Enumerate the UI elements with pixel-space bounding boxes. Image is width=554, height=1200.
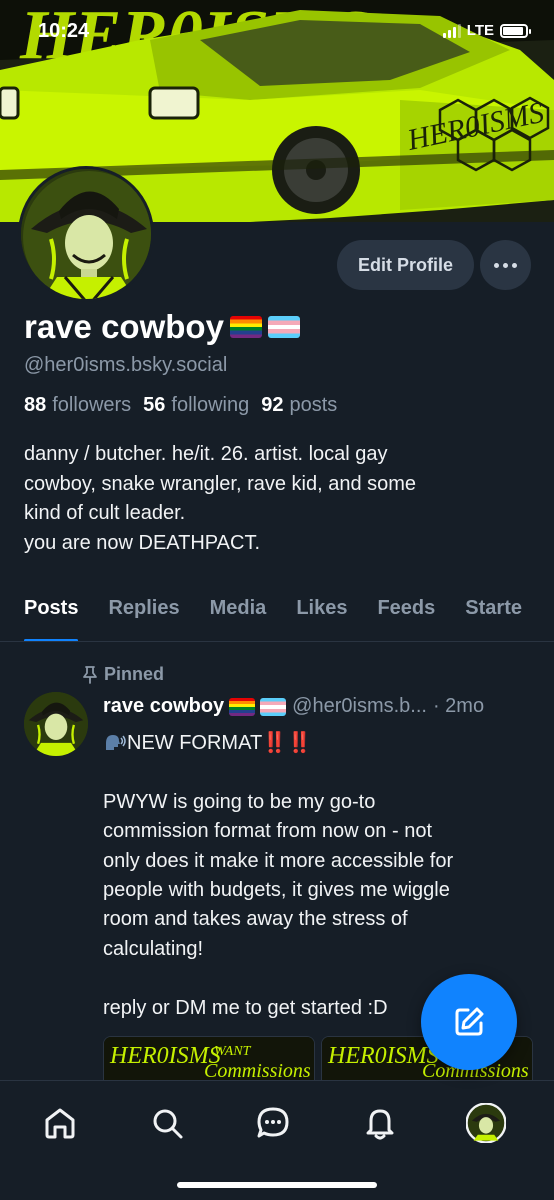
pinned-indicator: Pinned xyxy=(82,664,164,685)
post-author[interactable]: rave cowboy xyxy=(103,695,287,718)
more-options-button[interactable] xyxy=(480,240,531,290)
display-name: rave cowboy xyxy=(24,308,300,346)
following-count: 56 xyxy=(143,394,166,416)
posts-count: 92 xyxy=(261,394,284,416)
display-name-text: rave cowboy xyxy=(24,308,224,345)
pin-icon xyxy=(83,665,97,684)
nav-home[interactable] xyxy=(30,1099,90,1147)
posts-stat: 92 posts xyxy=(261,394,337,417)
post-line: room and takes away the stress of xyxy=(103,908,408,931)
speaking-head-icon xyxy=(106,735,126,750)
tab-likes[interactable]: Likes xyxy=(296,586,347,641)
post-image[interactable]: HER0ISMS WANT Commissions xyxy=(103,1036,315,1080)
posts-label: posts xyxy=(289,394,338,416)
profile-handle: @her0isms.bsky.social xyxy=(24,354,228,376)
post-header: rave cowboy @her0isms.b... · 2mo xyxy=(103,695,543,718)
home-icon xyxy=(45,1108,75,1139)
rainbow-flag-icon xyxy=(229,316,262,338)
status-bar: 10:24 LTE xyxy=(0,0,554,64)
followers-count: 88 xyxy=(24,394,47,416)
search-icon xyxy=(153,1109,183,1139)
home-indicator[interactable] xyxy=(177,1182,377,1188)
compose-icon xyxy=(455,1007,484,1036)
trans-flag-icon xyxy=(267,316,300,338)
network-label: LTE xyxy=(466,22,494,39)
post-author-name: rave cowboy xyxy=(103,695,225,717)
followers-link[interactable]: 88 followers xyxy=(24,394,131,417)
avatar-icon xyxy=(466,1103,506,1143)
nav-search[interactable] xyxy=(137,1099,197,1147)
status-time: 10:24 xyxy=(38,20,90,42)
bell-icon xyxy=(366,1109,394,1140)
profile-tabs: Posts Replies Media Likes Feeds Starte xyxy=(0,586,554,642)
svg-text:WANT: WANT xyxy=(214,1044,252,1059)
battery-icon xyxy=(500,23,531,38)
following-link[interactable]: 56 following xyxy=(143,394,249,417)
avatar-illustration xyxy=(21,169,151,299)
nav-profile[interactable] xyxy=(456,1099,516,1147)
profile-stats: 88 followers 56 following 92 posts xyxy=(24,394,341,417)
profile-avatar[interactable] xyxy=(18,166,154,302)
edit-profile-button[interactable]: Edit Profile xyxy=(337,240,474,290)
post-time: · 2mo xyxy=(432,695,485,717)
trans-flag-icon xyxy=(260,697,287,716)
tab-starter-packs[interactable]: Starte xyxy=(465,586,522,641)
post-line: calculating! xyxy=(103,937,204,960)
pinned-label: Pinned xyxy=(104,664,165,684)
avatar-illustration xyxy=(24,692,88,756)
post-line xyxy=(103,758,533,787)
signal-icon xyxy=(442,23,461,38)
followers-label: followers xyxy=(52,394,132,416)
compose-button[interactable] xyxy=(421,974,517,1070)
commission-image: HER0ISMS WANT Commissions xyxy=(104,1037,314,1080)
bio-line: danny / butcher. he/it. 26. artist. loca… xyxy=(24,443,388,465)
status-indicators: LTE xyxy=(442,22,531,39)
post-line: people with budgets, it gives me wiggle xyxy=(103,879,450,902)
nav-notifications[interactable] xyxy=(350,1099,410,1147)
profile-bio: danny / butcher. he/it. 26. artist. loca… xyxy=(24,440,534,558)
bio-line: you are now DEATHPACT. xyxy=(24,531,261,554)
post-line: PWYW is going to be my go-to xyxy=(103,790,376,813)
post-line: only does it make it more accessible for xyxy=(103,849,454,872)
ellipsis-icon xyxy=(494,262,499,268)
double-exclamation-icon: ‼️‼️ xyxy=(262,732,312,754)
post-handle[interactable]: @her0isms.b... xyxy=(292,695,427,718)
post-line: commission format from now on - not xyxy=(103,820,432,843)
tab-replies[interactable]: Replies xyxy=(108,586,179,641)
svg-text:Commissions: Commissions xyxy=(204,1060,311,1080)
post-headline-text: NEW FORMAT xyxy=(127,732,263,754)
post-headline: NEW FORMAT‼️‼️ xyxy=(103,729,533,758)
bio-line: cowboy, snake wrangler, rave kid, and so… xyxy=(24,472,417,495)
tab-feeds[interactable]: Feeds xyxy=(377,586,435,641)
tab-posts[interactable]: Posts xyxy=(24,586,79,641)
rainbow-flag-icon xyxy=(229,697,256,716)
bio-line: kind of cult leader. xyxy=(24,502,186,524)
chat-icon xyxy=(257,1107,289,1138)
following-label: following xyxy=(171,394,250,416)
nav-chat[interactable] xyxy=(243,1099,303,1147)
tab-media[interactable]: Media xyxy=(210,586,267,641)
post-author-avatar[interactable] xyxy=(24,692,88,756)
